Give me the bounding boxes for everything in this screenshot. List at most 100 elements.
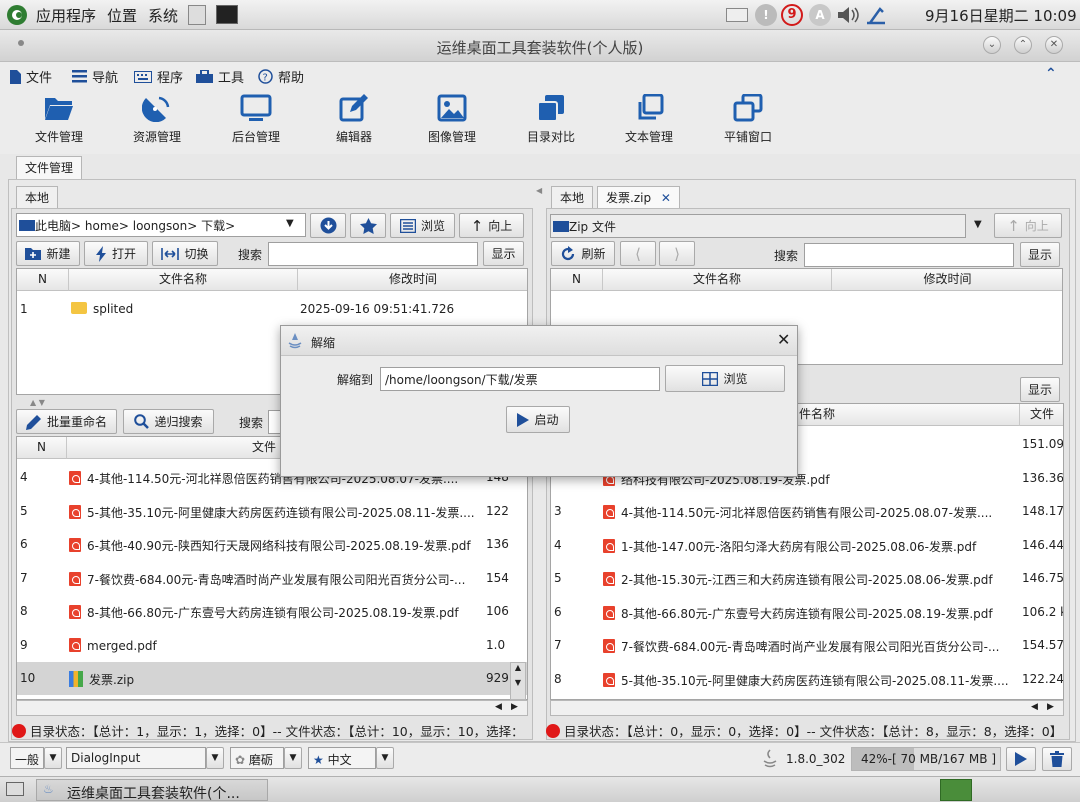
table-row[interactable]: 8 5-其他-35.10元-阿里健康大药房医药连锁有限公司-2025.08.11-… [551, 663, 1063, 696]
volume-icon[interactable] [836, 5, 860, 25]
dialog-browse-button[interactable]: 浏览 [665, 365, 785, 392]
ribbon-image-manager[interactable]: 图像管理 [412, 94, 492, 145]
left-hscrollbar[interactable]: ◀ ▶ [16, 700, 528, 716]
workspace-switcher-icon[interactable] [940, 779, 972, 801]
right-show2-button[interactable]: 显示 [1020, 377, 1060, 402]
left-vscrollbar[interactable]: ▲ ▼ [510, 662, 526, 700]
font-select[interactable]: DialogInput [66, 747, 206, 769]
theme-select[interactable]: ✿ 磨砺 [230, 747, 284, 769]
maximize-icon[interactable]: ⌃ [1014, 36, 1032, 54]
scroll-down-icon[interactable]: ▼ [511, 678, 525, 687]
table-row[interactable]: 4 1-其他-147.00元-洛阳匀泽大药房有限公司-2025.08.06-发票.… [551, 529, 1063, 562]
ribbon-resource-manager[interactable]: 资源管理 [117, 94, 197, 145]
menu-help[interactable]: ? 帮助 [258, 67, 304, 86]
apps-menu[interactable]: 应用程序 [36, 5, 96, 26]
scroll-up-icon[interactable]: ▲ [511, 663, 525, 672]
minimize-icon[interactable]: ⌄ [983, 36, 1001, 54]
run-gc-button[interactable] [1006, 747, 1036, 771]
table-row[interactable]: 3 4-其他-114.50元-河北祥恩倍医药销售有限公司-2025.08.07-发… [551, 495, 1063, 528]
scroll-left-icon[interactable]: ◀ [1031, 702, 1038, 712]
switch-button[interactable]: 切换 [152, 241, 218, 266]
col-mtime[interactable]: 修改时间 [298, 269, 527, 291]
col-n[interactable]: N [17, 269, 69, 291]
dialog-close-icon[interactable]: ✕ [777, 330, 790, 349]
dialog-titlebar[interactable]: 解缩 ✕ [281, 326, 797, 356]
table-row[interactable]: 5 2-其他-15.30元-江西三和大药房连锁有限公司-2025.08.06-发票… [551, 562, 1063, 595]
font-dropdown-icon[interactable]: ▼ [206, 747, 224, 769]
refresh-button[interactable]: 刷新 [551, 241, 615, 266]
memory-bar[interactable]: 42%-[ 70 MB/167 MB ] [851, 747, 1001, 771]
terminal-icon[interactable] [216, 5, 238, 24]
download-button[interactable] [310, 213, 346, 238]
ribbon-text-manager[interactable]: 文本管理 [609, 94, 689, 145]
right-show-button[interactable]: 显示 [1020, 242, 1060, 267]
extract-target-input[interactable]: /home/loongson/下载/发票 [380, 367, 660, 391]
menu-navigate[interactable]: 导航 [72, 67, 118, 86]
input-method-icon[interactable]: A [809, 4, 831, 26]
col-file-size[interactable]: 文件 [1020, 404, 1063, 426]
left-browse-button[interactable]: 浏览 [390, 213, 455, 238]
collapse-ribbon-icon[interactable]: ⌃ [1045, 66, 1057, 82]
table-row[interactable]: 6 8-其他-66.80元-广东壹号大药房连锁有限公司-2025.08.19-发票… [551, 596, 1063, 629]
tab-right-zip[interactable]: 发票.zip ✕ [597, 186, 680, 209]
splitter-handle[interactable]: ▲ ▼ [30, 398, 45, 407]
mode-select[interactable]: 一般 [10, 747, 44, 769]
tab-file-manager[interactable]: 文件管理 [16, 156, 83, 180]
network-icon[interactable] [864, 4, 888, 26]
favorite-button[interactable] [350, 213, 386, 238]
taskbar-app-button[interactable]: ♨ 运维桌面工具套装软件(个... [36, 779, 268, 802]
language-select[interactable]: ★ 中文 [308, 747, 376, 769]
scroll-right-icon[interactable]: ▶ [511, 702, 518, 712]
mode-dropdown-icon[interactable]: ▼ [44, 747, 62, 769]
col-name[interactable]: 文件名称 [603, 269, 832, 291]
ribbon-editor[interactable]: 编辑器 [314, 94, 394, 145]
ribbon-dir-compare[interactable]: 目录对比 [511, 94, 591, 145]
trash-button[interactable] [1042, 747, 1072, 771]
new-button[interactable]: 新建 [16, 241, 80, 266]
language-dropdown-icon[interactable]: ▼ [376, 747, 394, 769]
show-desktop-icon[interactable] [6, 782, 24, 796]
col-name[interactable]: 文件名称 [69, 269, 298, 291]
table-row[interactable]: 9 merged.pdf 1.0 [17, 629, 527, 662]
back-button[interactable]: ⟨ [620, 241, 656, 266]
left-up-button[interactable]: ↑ 向上 [459, 213, 524, 238]
table-row[interactable]: 7 7-餐饮费-684.00元-青岛啤酒时尚产业发展有限公司阳光百货分公司-...… [551, 629, 1063, 662]
ribbon-backend-manager[interactable]: 后台管理 [216, 94, 296, 145]
location-dropdown-icon[interactable]: ▼ [974, 219, 982, 230]
left-search-input[interactable] [268, 242, 478, 266]
system-menu[interactable]: 系统 [148, 5, 178, 26]
right-search-input[interactable] [804, 243, 1014, 267]
breadcrumb-dropdown-icon[interactable]: ▼ [286, 218, 294, 229]
batch-rename-button[interactable]: 批量重命名 [16, 409, 117, 434]
close-tab-icon[interactable]: ✕ [661, 191, 671, 205]
col-mtime[interactable]: 修改时间 [832, 269, 1062, 291]
right-hscrollbar[interactable]: ◀ ▶ [550, 700, 1064, 716]
scroll-left-icon[interactable]: ◀ [495, 702, 502, 712]
ribbon-tile-windows[interactable]: 平铺窗口 [708, 94, 788, 145]
left-show-button[interactable]: 显示 [483, 241, 524, 266]
forward-button[interactable]: ⟩ [659, 241, 695, 266]
menu-program[interactable]: 程序 [134, 67, 183, 86]
window-titlebar[interactable]: 运维桌面工具套装软件(个人版) ⌄ ⌃ ✕ [0, 30, 1080, 62]
theme-dropdown-icon[interactable]: ▼ [284, 747, 302, 769]
table-row[interactable]: 1 splited 2025-09-16 09:51:41.726 [17, 293, 527, 326]
table-row[interactable]: 10 发票.zip 929 [17, 662, 527, 695]
col-n[interactable]: N [551, 269, 603, 291]
col-n[interactable]: N [17, 437, 67, 459]
table-row[interactable]: 6 6-其他-40.90元-陕西知行天晟网络科技有限公司-2025.08.19-发… [17, 528, 527, 561]
ribbon-file-manager[interactable]: 文件管理 [19, 94, 99, 145]
scroll-right-icon[interactable]: ▶ [1047, 702, 1054, 712]
table-row[interactable]: 8 8-其他-66.80元-广东壹号大药房连锁有限公司-2025.08.19-发票… [17, 595, 527, 628]
distro-logo-icon[interactable] [6, 4, 28, 26]
table-row[interactable]: 5 5-其他-35.10元-阿里健康大药房医药连锁有限公司-2025.08.11-… [17, 495, 527, 528]
right-up-button[interactable]: ↑ 向上 [994, 213, 1062, 238]
menu-tools[interactable]: 工具 [196, 67, 244, 86]
recursive-search-button[interactable]: 递归搜索 [123, 409, 214, 434]
open-button[interactable]: 打开 [84, 241, 148, 266]
tab-left-local[interactable]: 本地 [16, 186, 59, 209]
menu-file[interactable]: 文件 [10, 67, 52, 86]
clock[interactable]: 9月16日星期二 10:09 [925, 5, 1077, 26]
start-button[interactable]: 启动 [506, 406, 570, 433]
keyboard-icon[interactable] [726, 8, 748, 22]
calculator-icon[interactable] [188, 5, 206, 25]
